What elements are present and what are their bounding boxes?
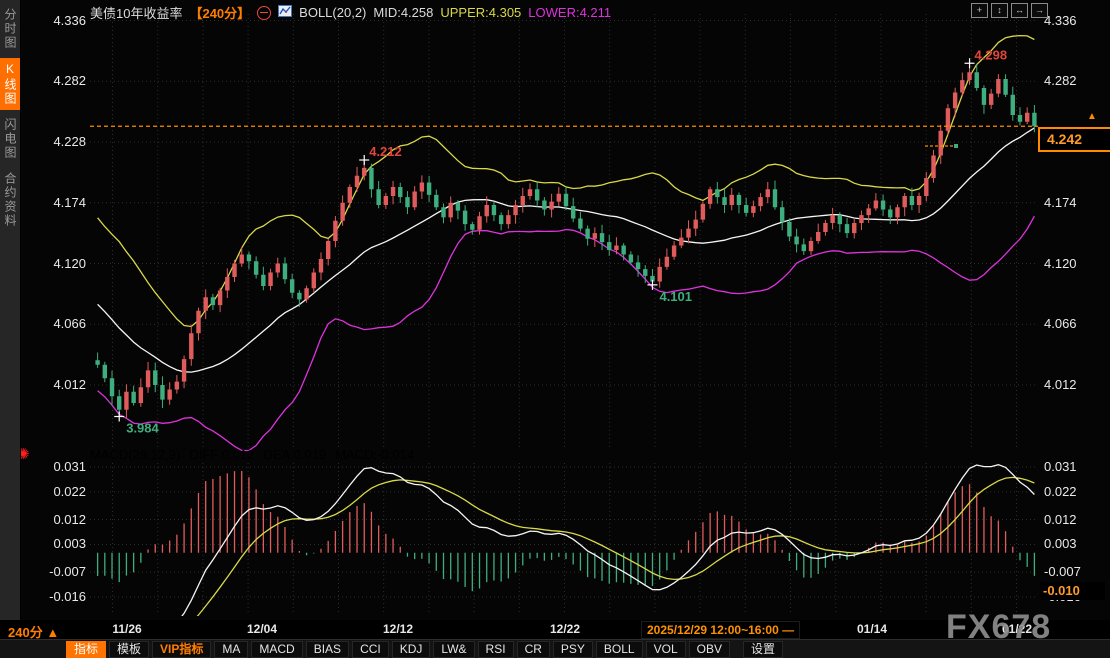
boll-label: BOLL(20,2) (299, 5, 366, 20)
price-tick-right: 4.174 (1044, 195, 1104, 210)
toolbar-button-RSI[interactable]: RSI (478, 641, 514, 658)
sidebar-tab-2[interactable]: 闪电图 (0, 114, 20, 164)
macd-tick-left: 0.022 (30, 484, 86, 499)
macd-tick-left: 0.012 (30, 512, 86, 527)
price-tick-right: 4.336 (1044, 13, 1104, 28)
toolbar-button-设置[interactable]: 设置 (743, 641, 783, 658)
x-axis-date-label: 11/26 (92, 622, 162, 636)
fit-horizontal-icon[interactable]: ↔ (1011, 3, 1028, 18)
fit-vertical-icon[interactable]: ↕ (991, 3, 1008, 18)
toolbar-button-BOLL[interactable]: BOLL (596, 641, 643, 658)
toolbar-button-MACD[interactable]: MACD (251, 641, 302, 658)
svg-text:4.298: 4.298 (975, 47, 1008, 62)
toolbar-button-CCI[interactable]: CCI (352, 641, 389, 658)
price-tick-right: 4.066 (1044, 316, 1104, 331)
macd-tick-right: 0.003 (1044, 536, 1104, 551)
crosshair-icon[interactable]: + (971, 3, 988, 18)
macd-tick-right: 0.031 (1044, 459, 1104, 474)
price-tick-left: 4.012 (30, 377, 86, 392)
price-tick-left: 4.282 (30, 73, 86, 88)
toolbar-button-VOL[interactable]: VOL (646, 641, 686, 658)
toolbar-button-KDJ[interactable]: KDJ (392, 641, 431, 658)
toolbar-button-OBV[interactable]: OBV (689, 641, 730, 658)
current-macd-box: -0.010 (1040, 582, 1105, 600)
boll-upper-value: UPPER:4.305 (440, 5, 521, 20)
toolbar-button-模板[interactable]: 模板 (109, 641, 149, 658)
price-marker-arrow-icon: ▲ (1087, 111, 1097, 122)
price-tick-right: 4.282 (1044, 73, 1104, 88)
macd-diff-value: DIFF:0.012 (189, 447, 254, 462)
current-price-box: 4.242 (1038, 127, 1110, 152)
svg-text:4.212: 4.212 (369, 144, 402, 159)
x-axis-row: 240分 ▲ 2025/12/29 12:00~16:00 — 11/2612/… (0, 620, 1110, 639)
interval-badge: 【240分】 (189, 3, 250, 22)
x-axis-date-label: 12/12 (363, 622, 433, 636)
sidebar-tab-3[interactable]: 合约资料 (0, 168, 20, 232)
price-tick-right: 4.012 (1044, 377, 1104, 392)
macd-macd-value: MACD:-0.014 (335, 447, 414, 462)
chart-tools: +↕↔→ (971, 3, 1048, 18)
sidebar: 分时图 K线图闪电图合约资料 (0, 0, 21, 620)
price-tick-left: 4.066 (30, 316, 86, 331)
macd-tick-left: 0.003 (30, 536, 86, 551)
crosshair-date-tooltip: 2025/12/29 12:00~16:00 — (641, 621, 800, 639)
macd-tick-left: 0.031 (30, 459, 86, 474)
x-axis-date-label: 12/04 (227, 622, 297, 636)
macd-tick-right: 0.022 (1044, 484, 1104, 499)
price-tick-left: 4.120 (30, 256, 86, 271)
mini-chart-icon[interactable] (278, 5, 292, 20)
toolbar-button-BIAS[interactable]: BIAS (306, 641, 349, 658)
toolbar-button-指标[interactable]: 指标 (66, 641, 106, 658)
toolbar-button-VIP指标[interactable]: VIP指标 (152, 641, 211, 658)
remove-indicator-icon[interactable] (257, 6, 271, 20)
chevron-up-icon: ▲ (46, 625, 59, 640)
sidebar-tab-0[interactable]: 分时图 (0, 4, 20, 54)
toolbar-button-LW&[interactable]: LW& (433, 641, 474, 658)
sidebar-tab-1[interactable]: K线图 (0, 58, 20, 110)
price-tick-left: 4.174 (30, 195, 86, 210)
fx678-watermark: FX678 (946, 608, 1051, 647)
macd-tick-left: -0.016 (30, 589, 86, 604)
chart-app-window: 3.984 4.212 4.101 4.298 分时图 K线图闪电图合约资料 美债10年… (0, 0, 1110, 658)
boll-lower-value: LOWER:4.211 (528, 5, 611, 20)
svg-text:3.984: 3.984 (126, 421, 159, 436)
macd-tick-right: 0.012 (1044, 512, 1104, 527)
macd-tick-right: -0.007 (1044, 564, 1104, 579)
price-tick-left: 4.228 (30, 134, 86, 149)
toolbar-button-MA[interactable]: MA (214, 641, 248, 658)
x-axis-date-label: 01/14 (837, 622, 907, 636)
price-tick-left: 4.336 (30, 13, 86, 28)
toolbar-button-PSY[interactable]: PSY (553, 641, 593, 658)
indicator-toolbar: 指标模板VIP指标MAMACDBIASCCIKDJLW&RSICRPSYBOLL… (0, 639, 1110, 658)
price-tick-right: 4.120 (1044, 256, 1104, 271)
symbol-title: 美债10年收益率 (90, 3, 182, 22)
macd-header: MACD(26,12,9) DIFF:0.012 DEA:0.019 MACD:… (90, 447, 414, 462)
macd-dea-value: DEA:0.019 (263, 447, 326, 462)
x-axis-date-label: 12/22 (530, 622, 600, 636)
toolbar-button-CR[interactable]: CR (517, 641, 550, 658)
macd-name: MACD(26,12,9) (90, 447, 180, 462)
svg-text:4.101: 4.101 (659, 289, 692, 304)
macd-tick-left: -0.007 (30, 564, 86, 579)
shift-right-icon[interactable]: → (1031, 3, 1048, 18)
chart-header: 美债10年收益率 【240分】 BOLL(20,2) MID:4.258 UPP… (90, 3, 611, 22)
boll-mid-value: MID:4.258 (373, 5, 433, 20)
